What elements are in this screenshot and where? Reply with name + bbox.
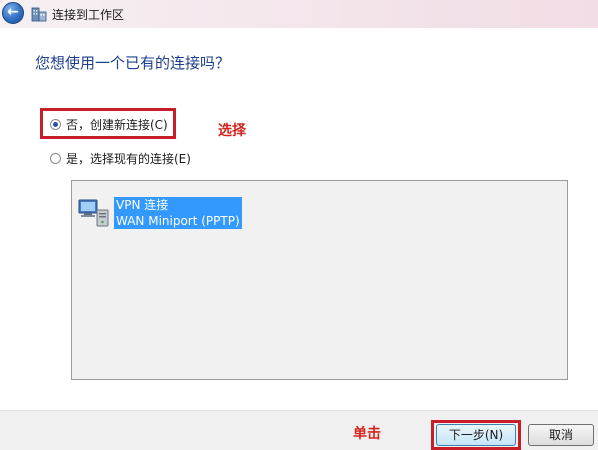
connection-selection[interactable]: VPN 连接 WAN Miniport (PPTP) [114, 197, 242, 229]
annotation-click: 单击 [353, 426, 381, 442]
network-building-icon [31, 7, 47, 22]
option-use-existing-label: 是，选择现有的连接(E) [66, 152, 191, 166]
option-create-new[interactable]: 否，创建新连接(C) [50, 116, 168, 133]
option-create-new-label: 否，创建新连接(C) [66, 118, 168, 132]
radio-create-new[interactable] [50, 119, 61, 130]
title-bar: ← 连接到工作区 [0, 0, 598, 28]
connection-device: WAN Miniport (PPTP) [116, 214, 240, 228]
connections-list[interactable]: VPN 连接 WAN Miniport (PPTP) [71, 180, 568, 380]
radio-use-existing[interactable] [50, 153, 61, 164]
network-connection-icon [78, 199, 109, 227]
option-use-existing[interactable]: 是，选择现有的连接(E) [50, 150, 191, 167]
annotation-select: 选择 [218, 123, 246, 139]
back-arrow-icon[interactable]: ← [2, 2, 24, 24]
dialog-footer: 单击 下一步(N) 取消 [0, 410, 598, 450]
connection-name: VPN 连接 [116, 198, 169, 212]
next-button[interactable]: 下一步(N) [436, 424, 516, 446]
window-title: 连接到工作区 [52, 8, 125, 22]
page-heading: 您想使用一个已有的连接吗？ [35, 54, 231, 72]
cancel-button[interactable]: 取消 [528, 424, 594, 446]
